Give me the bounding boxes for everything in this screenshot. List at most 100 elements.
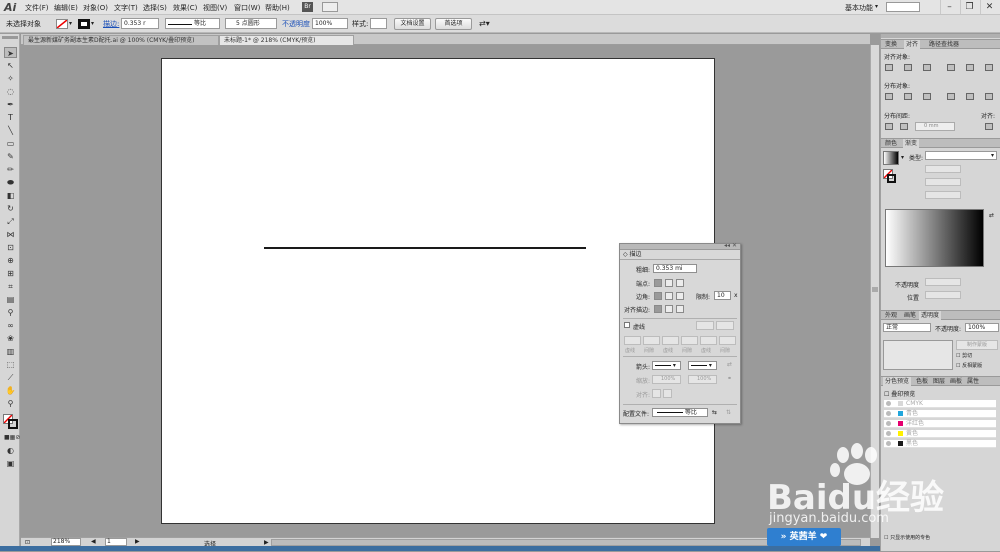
menu-view[interactable]: 视图(V) bbox=[203, 3, 227, 13]
magic-wand-tool-icon[interactable]: ✧ bbox=[4, 73, 17, 84]
tab-stroke[interactable]: ◇ 描边 bbox=[620, 250, 740, 260]
zoom-menu-icon[interactable]: ⊡ bbox=[25, 539, 30, 546]
miter-join-button[interactable] bbox=[654, 292, 662, 300]
status-menu-icon[interactable]: ▶ bbox=[264, 539, 269, 546]
eyedropper-tool-icon[interactable]: ⚲ bbox=[4, 307, 17, 318]
paintbrush-tool-icon[interactable]: ✎ bbox=[4, 151, 17, 162]
scale-tool-icon[interactable]: ⤢ bbox=[4, 216, 17, 227]
brush-definition-select[interactable]: 5 点圆形 bbox=[225, 18, 277, 29]
extend-arrow-button[interactable] bbox=[652, 389, 661, 398]
artboard-number-input[interactable]: 1 bbox=[105, 538, 127, 546]
vertical-spacing-icon[interactable] bbox=[885, 123, 893, 130]
eye-icon[interactable] bbox=[886, 401, 891, 406]
rectangle-tool-icon[interactable]: ▭ bbox=[4, 138, 17, 149]
direct-selection-tool-icon[interactable]: ↖ bbox=[4, 60, 17, 71]
align-outside-button[interactable] bbox=[676, 305, 684, 313]
stroke-swatch[interactable] bbox=[78, 19, 90, 29]
align-to-selection-icon[interactable] bbox=[985, 123, 993, 130]
align-top-icon[interactable] bbox=[947, 64, 955, 71]
fill-swatch[interactable] bbox=[56, 19, 68, 29]
distribute-left-icon[interactable] bbox=[947, 93, 955, 100]
menu-help[interactable]: 帮助(H) bbox=[265, 3, 290, 13]
stroke-panel[interactable]: ◂◂ ✕ ◇ 描边 粗细: 0.353 mi 端点: 边角: 限制: 10 x … bbox=[619, 242, 741, 424]
drawing-mode-icon[interactable]: ◐ bbox=[4, 445, 17, 456]
tab-brushes[interactable]: 画笔 bbox=[902, 311, 918, 320]
gap-2-input[interactable] bbox=[681, 336, 698, 345]
end-arrowhead-select[interactable]: ▾ bbox=[688, 361, 717, 370]
distribute-vcenter-icon[interactable] bbox=[904, 93, 912, 100]
symbol-sprayer-tool-icon[interactable]: ❀ bbox=[4, 333, 17, 344]
tab-attributes[interactable]: 属性 bbox=[965, 377, 981, 386]
opacity-input[interactable]: 100% bbox=[312, 18, 348, 29]
bridge-button[interactable]: Br bbox=[302, 2, 313, 12]
gap-1-input[interactable] bbox=[643, 336, 660, 345]
link-scale-icon[interactable]: ⚭ bbox=[727, 375, 732, 382]
gap-3-input[interactable] bbox=[719, 336, 736, 345]
perspective-grid-tool-icon[interactable]: ⊞ bbox=[4, 268, 17, 279]
gradient-tool-icon[interactable]: ▤ bbox=[4, 294, 17, 305]
menu-window[interactable]: 窗口(W) bbox=[234, 3, 260, 13]
flip-across-icon[interactable]: ⇅ bbox=[726, 409, 731, 416]
chevron-down-icon[interactable]: ▾ bbox=[901, 154, 904, 161]
align-options-icon[interactable]: ⇄▾ bbox=[479, 19, 490, 28]
next-artboard-icon[interactable]: ▶ bbox=[135, 538, 140, 545]
swap-arrowheads-icon[interactable]: ⇄ bbox=[727, 361, 732, 368]
transparency-thumbnail[interactable] bbox=[883, 340, 953, 370]
menu-file[interactable]: 文件(F) bbox=[25, 3, 49, 13]
make-mask-button[interactable]: 制作蒙版 bbox=[956, 340, 998, 350]
flip-along-icon[interactable]: ⇆ bbox=[712, 409, 717, 416]
menu-effect[interactable]: 效果(C) bbox=[173, 3, 197, 13]
menu-object[interactable]: 对象(O) bbox=[83, 3, 108, 13]
projecting-cap-button[interactable] bbox=[676, 279, 684, 287]
spacing-input[interactable]: 0 mm bbox=[915, 122, 955, 131]
eye-icon[interactable] bbox=[886, 411, 891, 416]
gradient-slider-preview[interactable] bbox=[885, 209, 984, 267]
align-dash-button[interactable] bbox=[716, 321, 734, 330]
stroke-weight-input[interactable]: 0.353 r bbox=[121, 18, 159, 29]
opacity-label[interactable]: 不透明度 bbox=[282, 19, 310, 29]
minimize-button[interactable]: – bbox=[940, 0, 958, 14]
workspace-switcher[interactable]: 基本功能 bbox=[845, 3, 873, 13]
overprint-preview-checkbox[interactable]: ☐ 叠印预览 bbox=[884, 389, 915, 398]
horizontal-spacing-icon[interactable] bbox=[900, 123, 908, 130]
tab-separations-preview[interactable]: 分色预览 bbox=[883, 377, 912, 386]
blend-mode-select[interactable]: 正常 bbox=[883, 323, 931, 332]
tab-layers[interactable]: 图层 bbox=[931, 377, 947, 386]
tab-color[interactable]: 颜色 bbox=[883, 139, 899, 148]
dash-1-input[interactable] bbox=[624, 336, 641, 345]
align-vcenter-icon[interactable] bbox=[966, 64, 974, 71]
menu-type[interactable]: 文字(T) bbox=[114, 3, 138, 13]
transparency-opacity-input[interactable]: 100% bbox=[965, 323, 999, 332]
free-transform-tool-icon[interactable]: ⊡ bbox=[4, 242, 17, 253]
zoom-tool-icon[interactable]: ⚲ bbox=[4, 398, 17, 409]
line-tool-icon[interactable]: ╲ bbox=[4, 125, 17, 136]
mesh-tool-icon[interactable]: ⌗ bbox=[4, 281, 17, 292]
zoom-input[interactable]: 218% bbox=[51, 538, 81, 546]
separation-row[interactable]: 黄色 bbox=[884, 430, 996, 438]
type-tool-icon[interactable]: T bbox=[4, 112, 17, 123]
hand-tool-icon[interactable]: ✋ bbox=[4, 385, 17, 396]
stroke-line-path[interactable] bbox=[264, 247, 586, 249]
pen-tool-icon[interactable]: ✒ bbox=[4, 99, 17, 110]
bevel-join-button[interactable] bbox=[676, 292, 684, 300]
blob-brush-tool-icon[interactable]: ⬬ bbox=[4, 177, 17, 188]
stroke-color-box[interactable] bbox=[8, 419, 18, 429]
chevron-down-icon[interactable]: ▾ bbox=[875, 3, 878, 10]
align-left-icon[interactable] bbox=[885, 64, 893, 71]
menu-edit[interactable]: 编辑(E) bbox=[54, 3, 78, 13]
tab-document-2[interactable]: 未标题-1* @ 218% (CMYK/预览) bbox=[219, 35, 354, 45]
gradient-type-select[interactable]: ▾ bbox=[925, 151, 997, 160]
tab-appearance[interactable]: 外观 bbox=[883, 311, 899, 320]
align-right-icon[interactable] bbox=[923, 64, 931, 71]
start-arrowhead-select[interactable]: ▾ bbox=[652, 361, 681, 370]
tab-align[interactable]: 对齐 bbox=[904, 40, 921, 49]
artboard-tool-icon[interactable]: ⬚ bbox=[4, 359, 17, 370]
preserve-dash-button[interactable] bbox=[696, 321, 714, 330]
column-graph-tool-icon[interactable]: ▥ bbox=[4, 346, 17, 357]
collapse-icon[interactable]: ◂◂ ✕ bbox=[724, 242, 737, 249]
separation-row[interactable]: 青色 bbox=[884, 410, 996, 418]
end-scale-input[interactable]: 100% bbox=[688, 375, 717, 384]
distribute-right-icon[interactable] bbox=[985, 93, 993, 100]
start-scale-input[interactable]: 100% bbox=[652, 375, 681, 384]
distribute-top-icon[interactable] bbox=[885, 93, 893, 100]
